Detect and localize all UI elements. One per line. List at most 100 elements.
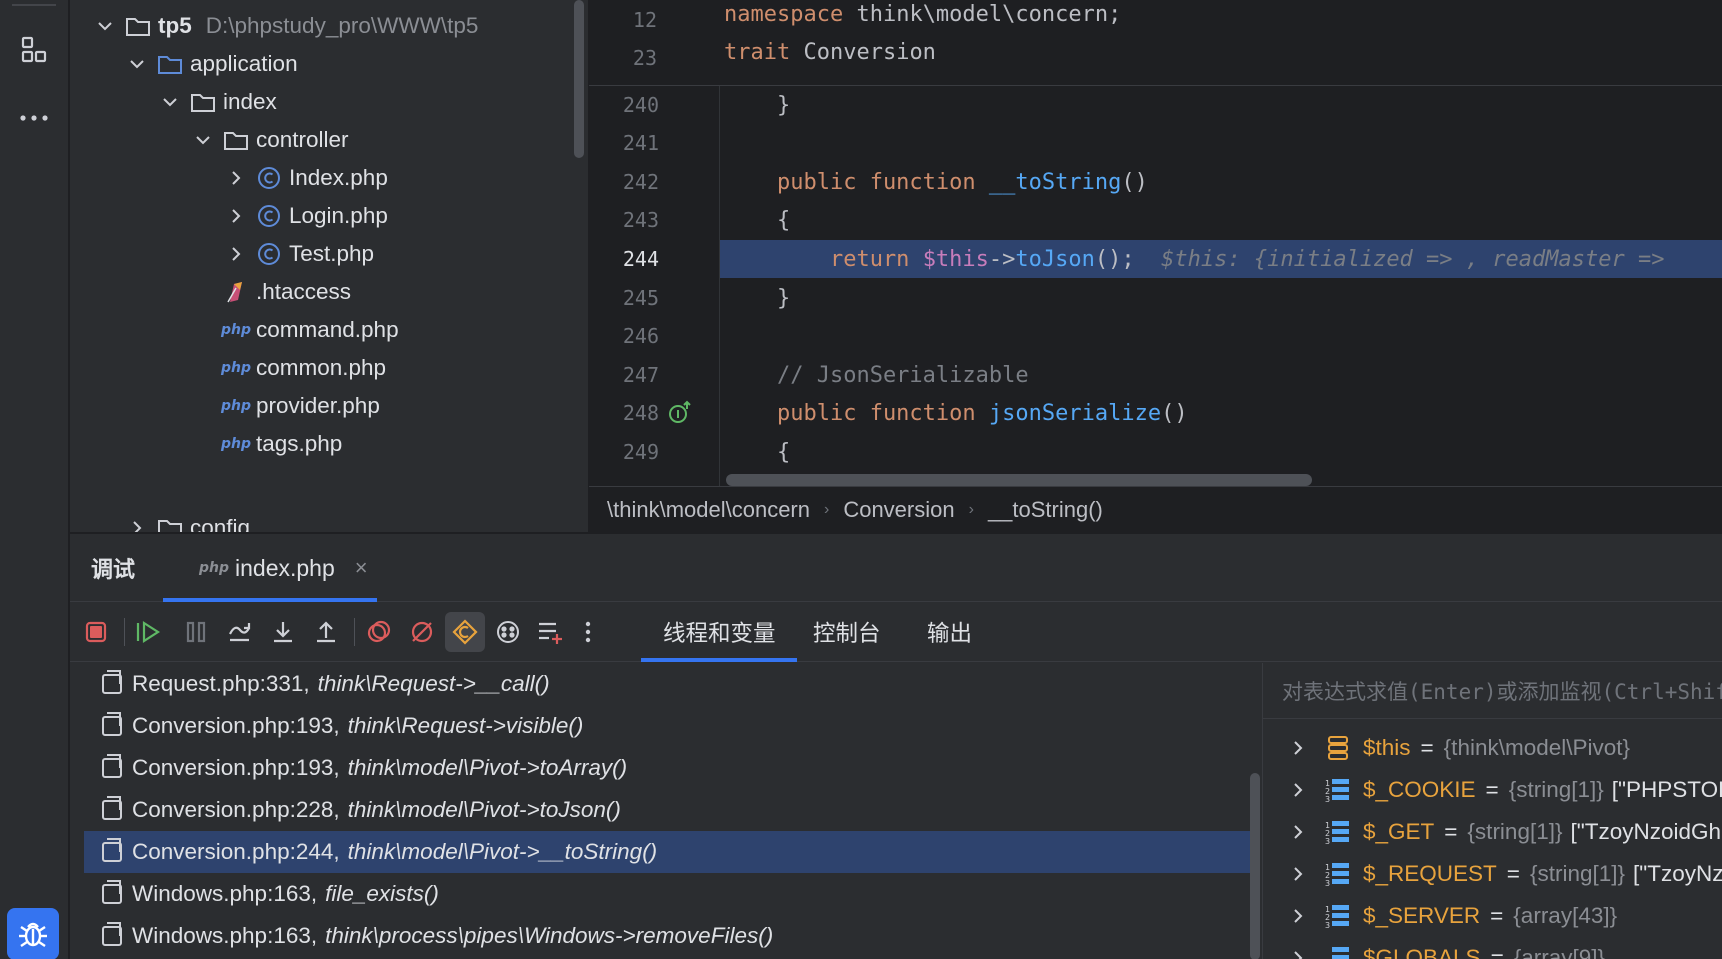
tree-item-controller[interactable]: controller — [192, 119, 349, 161]
tree-item-label: config — [190, 515, 251, 532]
frame-icon — [102, 754, 122, 778]
tab-index-php[interactable]: php index.php × — [183, 534, 384, 602]
tree-item-label: tp5 — [158, 13, 192, 38]
chevron-right-icon[interactable] — [1287, 779, 1309, 801]
frame-icon — [102, 712, 122, 736]
code-line: 246 — [622, 324, 659, 348]
inline-debug-value[interactable]: $this: {initialized => , readMaster => — [1135, 247, 1678, 272]
more-options-icon[interactable] — [568, 612, 608, 652]
step-out-button[interactable] — [306, 612, 346, 652]
variable-row[interactable]: 123 $_SERVER = {array[43]} — [1263, 895, 1617, 937]
tree-item-label: application — [190, 51, 298, 76]
variable-row[interactable]: 123 $_COOKIE={string[1]}["PHPSTORM — [1263, 769, 1722, 811]
frames-scrollbar[interactable] — [1250, 773, 1260, 959]
frame-icon — [102, 838, 122, 862]
implements-icon[interactable] — [667, 400, 693, 430]
active-tab-indicator — [641, 658, 797, 662]
evaluate-expression-input[interactable]: 对表达式求值(Enter)或添加监视(Ctrl+Shift+Enter) — [1263, 663, 1722, 719]
stack-frame-selected[interactable]: Conversion.php:244, think\model\Pivot->__… — [84, 831, 1258, 873]
activity-separator — [12, 4, 56, 6]
close-icon[interactable]: × — [355, 555, 368, 581]
view-breakpoints-button[interactable] — [359, 612, 399, 652]
resume-button[interactable] — [128, 612, 168, 652]
tree-item-command-php[interactable]: php command.php — [192, 309, 399, 351]
pause-button[interactable] — [176, 612, 216, 652]
tree-item-index-php[interactable]: Index.php — [225, 157, 388, 199]
chevron-right-icon[interactable] — [126, 517, 148, 532]
more-icon[interactable] — [14, 98, 54, 138]
chevron-down-icon[interactable] — [192, 129, 214, 151]
tree-item-application[interactable]: application — [126, 43, 298, 85]
stop-button[interactable] — [76, 612, 116, 652]
folder-icon — [222, 128, 250, 152]
stack-frame[interactable]: Conversion.php:228, think\model\Pivot->to… — [84, 789, 1258, 831]
tree-item-path: D:\phpstudy_pro\WWW\tp5 — [205, 13, 479, 38]
breadcrumb-item[interactable]: \think\model\concern — [607, 497, 810, 523]
tab-console[interactable]: 控制台 — [813, 602, 881, 662]
tree-item-htaccess[interactable]: .htaccess — [192, 271, 351, 313]
tab-label: index.php — [235, 554, 335, 581]
tree-item-common-php[interactable]: php common.php — [192, 347, 386, 389]
php-file-icon: php — [221, 360, 252, 376]
php-file-icon: php — [221, 436, 252, 452]
add-watch-button[interactable] — [530, 612, 570, 652]
variable-row[interactable]: $GLOBALS = {array[9]} — [1263, 937, 1605, 959]
variable-row[interactable]: 123 $_GET = {string[1]} ["TzoyNzoidGhp — [1263, 811, 1722, 853]
stack-frame[interactable]: Request.php:331, think\Request->__call() — [84, 663, 1258, 705]
breadcrumb-item[interactable]: Conversion — [843, 497, 954, 523]
chevron-right-icon[interactable] — [1287, 905, 1309, 927]
frame-icon — [102, 922, 122, 946]
frame-icon — [102, 796, 122, 820]
code-line: 248 public function jsonSerialize() — [589, 394, 1722, 432]
code-editor[interactable]: 240 } 241 242 public function __toString… — [589, 0, 1722, 532]
listen-debug-connections-button[interactable] — [488, 612, 528, 652]
breadcrumb: \think\model\concern › Conversion › __to… — [589, 486, 1722, 532]
tree-item-config[interactable]: config — [126, 507, 250, 532]
break-at-first-line-button[interactable] — [445, 612, 485, 652]
mute-breakpoints-button[interactable] — [402, 612, 442, 652]
code-line: 245 } — [622, 285, 791, 311]
variable-row[interactable]: $this = {think\model\Pivot} — [1263, 727, 1630, 769]
structure-icon[interactable] — [14, 30, 54, 70]
chevron-right-icon[interactable] — [1287, 737, 1309, 759]
tree-item-tp5[interactable]: tp5 D:\phpstudy_pro\WWW\tp5 — [94, 5, 478, 47]
chevron-down-icon[interactable] — [159, 91, 181, 113]
stack-frame[interactable]: Conversion.php:193, think\model\Pivot->to… — [84, 747, 1258, 789]
tree-item-label: common.php — [256, 355, 387, 380]
class-icon — [255, 166, 283, 190]
chevron-down-icon[interactable] — [126, 53, 148, 75]
step-over-button[interactable] — [220, 612, 260, 652]
tab-output[interactable]: 输出 — [927, 602, 972, 662]
breadcrumb-item[interactable]: __toString() — [988, 497, 1103, 523]
bug-icon — [19, 922, 47, 947]
chevron-right-icon[interactable] — [1287, 947, 1309, 959]
tree-item-test-php[interactable]: Test.php — [225, 233, 374, 275]
code-line: 247 // JsonSerializable — [622, 362, 1029, 388]
tree-item-index[interactable]: index — [159, 81, 277, 123]
tree-item-tags-php[interactable]: php tags.php — [192, 423, 342, 465]
step-into-button[interactable] — [263, 612, 303, 652]
tree-item-label: .htaccess — [256, 279, 352, 304]
chevron-right-icon[interactable] — [225, 205, 247, 227]
editor-horizontal-scrollbar[interactable] — [726, 474, 1312, 486]
chevron-down-icon[interactable] — [94, 15, 116, 37]
debug-tool-button[interactable] — [7, 908, 59, 959]
chevron-right-icon[interactable] — [225, 167, 247, 189]
array-icon: 123 — [1323, 818, 1353, 846]
chevron-right-icon[interactable] — [1287, 821, 1309, 843]
tab-threads-variables[interactable]: 线程和变量 — [663, 602, 776, 662]
stack-frame[interactable]: Conversion.php:193, think\Request->visibl… — [84, 705, 1258, 747]
tree-scrollbar[interactable] — [574, 0, 584, 158]
variable-row[interactable]: 123 $_REQUEST={string[1]}["TzoyNzo — [1263, 853, 1722, 895]
stack-frame[interactable]: Windows.php:163, file_exists() — [84, 873, 1258, 915]
chevron-right-icon[interactable] — [1287, 863, 1309, 885]
tree-item-provider-php[interactable]: php provider.php — [192, 385, 380, 427]
tree-item-label: tags.php — [256, 431, 343, 456]
chevron-right-icon[interactable] — [225, 243, 247, 265]
debug-toolbar: 线程和变量 控制台 输出 — [70, 602, 1722, 662]
variables-pane: 对表达式求值(Enter)或添加监视(Ctrl+Shift+Enter) $th… — [1263, 663, 1722, 959]
code-line: 249 { — [622, 439, 791, 465]
tree-item-login-php[interactable]: Login.php — [225, 195, 388, 237]
svg-text:3: 3 — [1325, 879, 1330, 887]
stack-frame[interactable]: Windows.php:163, think\process\pipes\Wind… — [84, 915, 1258, 957]
